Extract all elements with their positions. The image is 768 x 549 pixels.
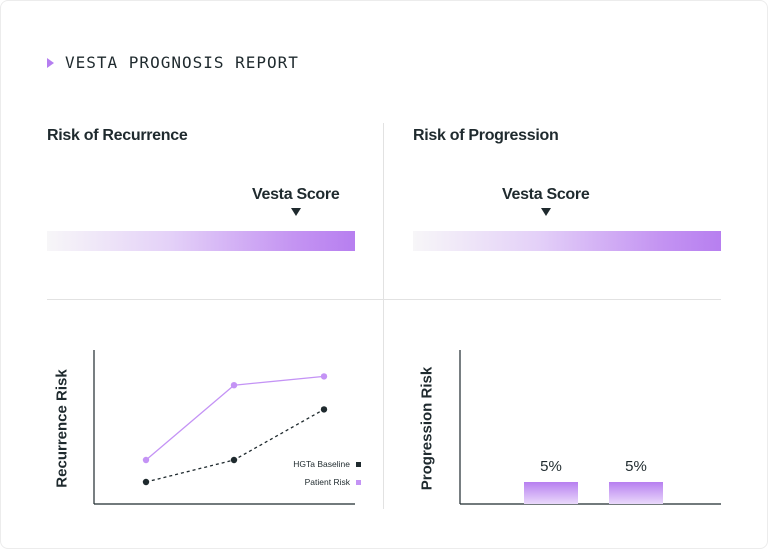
legend-label-patient: Patient Risk: [304, 477, 350, 487]
data-point-baseline-3: [320, 406, 328, 413]
legend-swatch-patient: [356, 479, 361, 485]
series-line-patient: [145, 375, 325, 461]
legend-item-baseline: HGTa Baseline: [251, 456, 361, 472]
data-point-baseline-1: [142, 478, 150, 486]
progression-bar-chart: [459, 350, 721, 505]
report-card: VESTA PROGNOSIS REPORT Risk of Recurrenc…: [0, 0, 768, 549]
legend-label-baseline: HGTa Baseline: [293, 459, 350, 469]
recurrence-legend: HGTa Baseline Patient Risk: [251, 456, 361, 492]
data-point-patient-1: [142, 456, 150, 464]
legend-swatch-baseline: [356, 461, 361, 467]
data-point-baseline-2: [230, 456, 238, 464]
data-point-patient-2: [230, 382, 238, 389]
data-point-patient-3: [320, 373, 328, 380]
progression-bar-1: [524, 482, 578, 504]
progression-bar-2: [609, 482, 663, 504]
bar-value-label-2: 5%: [625, 458, 647, 475]
legend-item-patient: Patient Risk: [251, 474, 361, 490]
bar-value-label-1: 5%: [540, 458, 562, 475]
